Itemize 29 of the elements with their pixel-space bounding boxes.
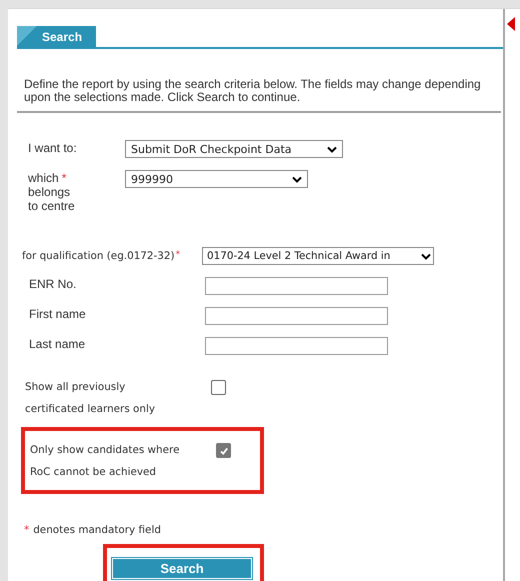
checkbox[interactable] bbox=[216, 443, 231, 458]
dropdown[interactable]: 0170-24 Level 2 Technical Award in bbox=[202, 247, 434, 265]
field-label: belongs to centre bbox=[28, 185, 76, 213]
chevron-down-icon bbox=[292, 176, 302, 182]
footnote-text: denotes mandatory field bbox=[33, 524, 161, 536]
search-tab[interactable]: Search bbox=[17, 26, 96, 47]
required-mark: * bbox=[24, 524, 30, 536]
instructions-text: Define the report by using the search criteria below. The fields may change depending upon the selections made. Click Search to continue. bbox=[24, 78, 482, 104]
search-button[interactable]: Search bbox=[112, 558, 252, 579]
checkbox-label: Only show candidates where RoC cannot be achieved bbox=[30, 443, 180, 480]
checkbox-label: Show all previously certificated learners only bbox=[25, 380, 156, 417]
required-mark: * bbox=[62, 171, 66, 185]
field-label: for qualification (eg.0172-32) bbox=[22, 250, 175, 262]
dropdown[interactable]: Submit DoR Checkpoint Data bbox=[125, 140, 343, 158]
checkbox[interactable] bbox=[211, 380, 226, 395]
required-mark: * bbox=[176, 250, 180, 260]
chevron-down-icon bbox=[421, 252, 431, 260]
triangle-left-icon bbox=[507, 17, 515, 31]
checkmark-icon bbox=[218, 446, 228, 456]
field-label: Last name bbox=[29, 337, 86, 351]
field-label: which bbox=[28, 171, 59, 185]
dropdown[interactable]: 999990 bbox=[125, 170, 308, 188]
input-field[interactable] bbox=[205, 337, 388, 355]
input-field[interactable] bbox=[205, 307, 388, 325]
field-label: I want to: bbox=[28, 141, 77, 155]
field-label: First name bbox=[29, 307, 87, 321]
field-label: ENR No. bbox=[29, 277, 78, 291]
chevron-down-icon bbox=[327, 146, 337, 152]
input-field[interactable] bbox=[205, 277, 388, 295]
